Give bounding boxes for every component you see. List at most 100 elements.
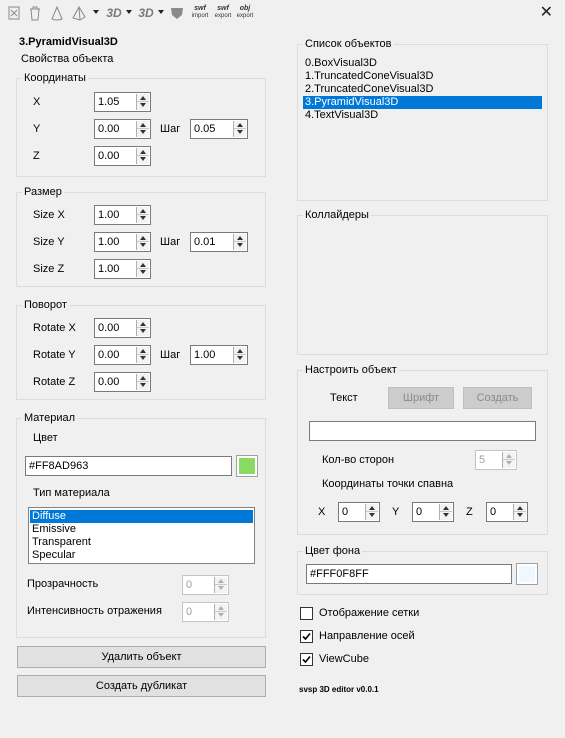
rotate-y-stepper[interactable]: 0.00 [94, 345, 151, 365]
material-color-input[interactable]: #FF8AD963 [25, 456, 232, 476]
chevron-down-icon[interactable] [126, 10, 132, 14]
coord-y-stepper[interactable]: 0.00 [94, 119, 151, 139]
swf-export-icon[interactable]: swf export [212, 5, 234, 20]
spin-down-icon[interactable] [369, 513, 375, 517]
spin-buttons[interactable] [136, 121, 149, 137]
spin-up-icon[interactable] [506, 454, 512, 458]
opacity-stepper[interactable]: 0 [182, 575, 229, 595]
spin-down-icon[interactable] [140, 356, 146, 360]
spin-down-icon[interactable] [140, 270, 146, 274]
rotate-step-stepper[interactable]: 1.00 [190, 345, 248, 365]
delete-object-button[interactable]: Удалить объект [17, 646, 266, 668]
spin-up-icon[interactable] [517, 506, 523, 510]
size-step-stepper[interactable]: 0.01 [190, 232, 248, 252]
spin-buttons[interactable] [136, 374, 149, 390]
spin-down-icon[interactable] [237, 243, 243, 247]
material-type-item[interactable]: Diffuse [30, 510, 253, 523]
spin-down-icon[interactable] [218, 586, 224, 590]
object-list-item[interactable]: 0.BoxVisual3D [303, 57, 542, 70]
coord-z-stepper[interactable]: 0.00 [94, 146, 151, 166]
spin-up-icon[interactable] [140, 123, 146, 127]
spawn-x-stepper[interactable]: 0 [338, 502, 380, 522]
coord-x-stepper[interactable]: 1.05 [94, 92, 151, 112]
spin-buttons[interactable] [502, 452, 515, 468]
object-list-item[interactable]: 2.TruncatedConeVisual3D [303, 83, 542, 96]
size-y-stepper[interactable]: 1.00 [94, 232, 151, 252]
cone-icon[interactable] [48, 4, 66, 22]
spin-buttons[interactable] [233, 234, 246, 250]
spin-buttons[interactable] [365, 504, 378, 520]
reflect-stepper[interactable]: 0 [182, 602, 229, 622]
spin-up-icon[interactable] [140, 96, 146, 100]
new-object-icon[interactable] [5, 4, 23, 22]
spin-up-icon[interactable] [140, 322, 146, 326]
spin-buttons[interactable] [233, 347, 246, 363]
coord-step-stepper[interactable]: 0.05 [190, 119, 248, 139]
spin-buttons[interactable] [439, 504, 452, 520]
spin-down-icon[interactable] [140, 130, 146, 134]
material-type-item[interactable]: Specular [30, 549, 253, 562]
spin-up-icon[interactable] [443, 506, 449, 510]
background-color-swatch[interactable] [516, 563, 538, 585]
spin-buttons[interactable] [136, 94, 149, 110]
shield-icon[interactable] [168, 4, 186, 22]
duplicate-object-button[interactable]: Создать дубликат [17, 675, 266, 697]
spin-down-icon[interactable] [140, 216, 146, 220]
axes-checkbox[interactable] [300, 630, 313, 643]
spin-down-icon[interactable] [443, 513, 449, 517]
material-type-list[interactable]: Diffuse Emissive Transparent Specular [28, 507, 255, 564]
object-list-item[interactable]: 1.TruncatedConeVisual3D [303, 70, 542, 83]
object-list-item[interactable]: 4.TextVisual3D [303, 109, 542, 122]
spawn-z-stepper[interactable]: 0 [486, 502, 528, 522]
material-type-item[interactable]: Transparent [30, 536, 253, 549]
spin-buttons[interactable] [233, 121, 246, 137]
spin-up-icon[interactable] [140, 209, 146, 213]
spin-down-icon[interactable] [237, 130, 243, 134]
spin-up-icon[interactable] [218, 606, 224, 610]
spin-down-icon[interactable] [140, 103, 146, 107]
spin-up-icon[interactable] [369, 506, 375, 510]
close-icon[interactable]: ✕ [540, 4, 553, 22]
spin-up-icon[interactable] [140, 236, 146, 240]
spin-down-icon[interactable] [140, 157, 146, 161]
object-list-item-selected[interactable]: 3.PyramidVisual3D [303, 96, 542, 109]
spin-down-icon[interactable] [517, 513, 523, 517]
pyramid-icon[interactable] [70, 4, 88, 22]
font-button[interactable]: Шрифт [388, 387, 454, 409]
size-x-stepper[interactable]: 1.00 [94, 205, 151, 225]
sides-stepper[interactable]: 5 [475, 450, 517, 470]
background-color-input[interactable]: #FFF0F8FF [306, 564, 512, 584]
text3d-icon[interactable]: 3D [104, 4, 124, 22]
spin-up-icon[interactable] [218, 579, 224, 583]
spin-buttons[interactable] [136, 234, 149, 250]
spin-buttons[interactable] [214, 577, 227, 593]
spin-up-icon[interactable] [140, 150, 146, 154]
spin-buttons[interactable] [136, 148, 149, 164]
spawn-y-stepper[interactable]: 0 [412, 502, 454, 522]
spin-down-icon[interactable] [237, 356, 243, 360]
material-color-swatch[interactable] [236, 455, 258, 477]
material-type-item[interactable]: Emissive [30, 523, 253, 536]
spin-down-icon[interactable] [140, 243, 146, 247]
create-button[interactable]: Создать [463, 387, 532, 409]
spin-buttons[interactable] [136, 261, 149, 277]
rotate-z-stepper[interactable]: 0.00 [94, 372, 151, 392]
spin-down-icon[interactable] [140, 383, 146, 387]
spin-up-icon[interactable] [237, 349, 243, 353]
obj-export-icon[interactable]: obj export [234, 5, 256, 20]
spin-up-icon[interactable] [140, 349, 146, 353]
chevron-down-icon[interactable] [158, 10, 164, 14]
swf-import-icon[interactable]: swf import [189, 5, 211, 20]
configure-text-input[interactable] [309, 421, 536, 441]
spin-up-icon[interactable] [237, 123, 243, 127]
spin-up-icon[interactable] [140, 263, 146, 267]
spin-down-icon[interactable] [506, 461, 512, 465]
text3d-icon[interactable]: 3D [136, 4, 156, 22]
viewcube-checkbox[interactable] [300, 653, 313, 666]
rotate-x-stepper[interactable]: 0.00 [94, 318, 151, 338]
spin-buttons[interactable] [513, 504, 526, 520]
size-z-stepper[interactable]: 1.00 [94, 259, 151, 279]
chevron-down-icon[interactable] [93, 10, 99, 14]
spin-buttons[interactable] [136, 347, 149, 363]
spin-down-icon[interactable] [140, 329, 146, 333]
